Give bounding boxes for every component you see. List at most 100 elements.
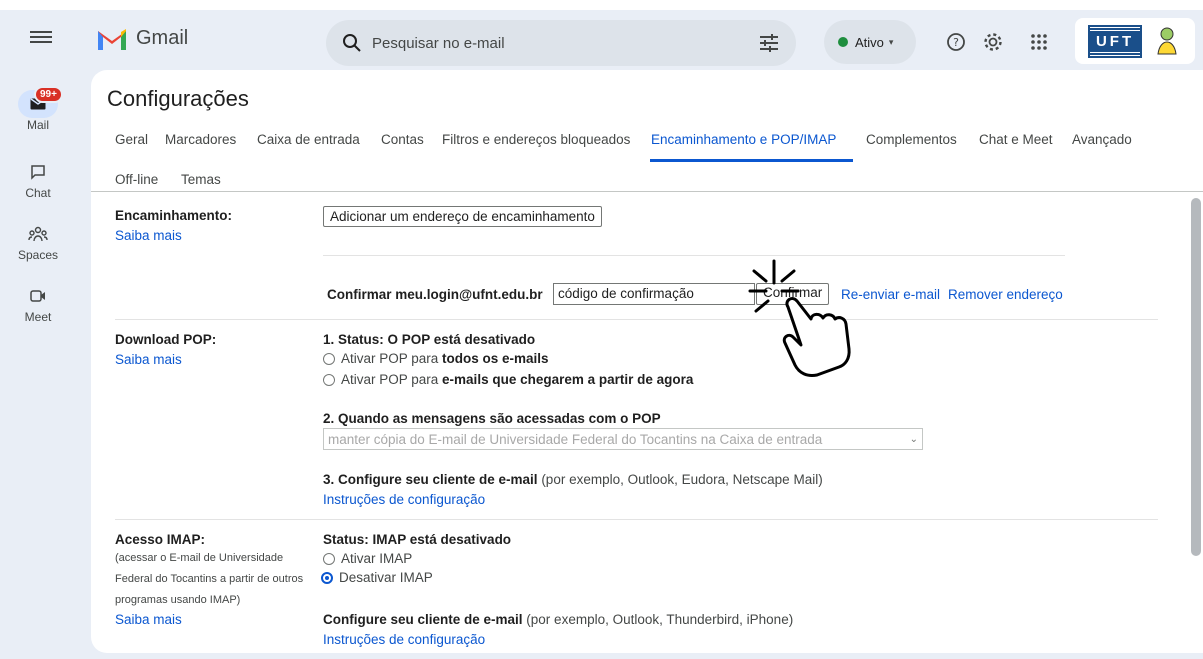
gmail-logo[interactable]: Gmail bbox=[96, 26, 188, 50]
pop-option-new[interactable]: Ativar POP para e-mails que chegarem a p… bbox=[323, 372, 693, 387]
tab-temas[interactable]: Temas bbox=[181, 172, 221, 187]
chevron-down-icon: ⌄ bbox=[909, 433, 918, 445]
tab-marcadores[interactable]: Marcadores bbox=[165, 132, 236, 147]
pop-action-select[interactable]: manter cópia do E-mail de Universidade F… bbox=[323, 428, 923, 450]
radio-pop-all[interactable] bbox=[323, 352, 335, 365]
pop-option-new-prefix: Ativar POP para bbox=[341, 372, 443, 387]
pop-learn-more-link[interactable]: Saiba mais bbox=[115, 352, 182, 367]
search-options-icon[interactable] bbox=[758, 33, 780, 53]
tab-caixa-de-entrada[interactable]: Caixa de entrada bbox=[257, 132, 360, 147]
pop-client-heading: 3. Configure seu cliente de e-mail bbox=[323, 472, 538, 487]
pop-client-line: 3. Configure seu cliente de e-mail (por … bbox=[323, 472, 823, 487]
meet-icon bbox=[22, 282, 54, 310]
forwarding-separator bbox=[323, 255, 1065, 256]
avatar[interactable] bbox=[1154, 26, 1180, 56]
tab-encaminhamento-pop-imap[interactable]: Encaminhamento e POP/IMAP bbox=[651, 132, 836, 147]
chat-icon bbox=[22, 158, 54, 186]
search-input[interactable]: Pesquisar no e-mail bbox=[372, 35, 758, 52]
imap-instructions-link[interactable]: Instruções de configuração bbox=[323, 632, 485, 647]
search-icon[interactable] bbox=[342, 33, 362, 53]
imap-status-heading: Status: IMAP está desativado bbox=[323, 532, 512, 547]
radio-pop-new[interactable] bbox=[323, 373, 335, 386]
spaces-icon bbox=[22, 220, 54, 248]
pop-action-value: manter cópia do E-mail de Universidade F… bbox=[328, 431, 823, 447]
settings-content: Encaminhamento: Saiba mais Adicionar um … bbox=[91, 192, 1186, 653]
imap-client-line: Configure seu cliente de e-mail (por exe… bbox=[323, 612, 793, 627]
imap-client-heading: Configure seu cliente de e-mail bbox=[323, 612, 523, 627]
remove-address-link[interactable]: Remover endereço bbox=[948, 287, 1063, 302]
pop-option-all-prefix: Ativar POP para bbox=[341, 351, 443, 366]
chevron-down-icon: ▾ bbox=[888, 36, 894, 47]
forwarding-learn-more-link[interactable]: Saiba mais bbox=[115, 228, 182, 243]
section-separator bbox=[115, 319, 1158, 320]
unread-badge: 99+ bbox=[34, 86, 63, 103]
settings-panel: Configurações Geral Marcadores Caixa de … bbox=[91, 70, 1203, 653]
pop-client-note: (por exemplo, Outlook, Eudora, Netscape … bbox=[537, 472, 823, 487]
radio-imap-enable[interactable] bbox=[323, 552, 335, 565]
imap-option-disable[interactable]: Desativar IMAP bbox=[321, 570, 433, 585]
status-label: Ativo bbox=[855, 34, 884, 50]
top-edge bbox=[0, 0, 1203, 10]
active-dot-icon bbox=[838, 37, 848, 47]
pop-option-new-bold: e-mails que chegarem a partir de agora bbox=[442, 372, 694, 387]
tab-chat-e-meet[interactable]: Chat e Meet bbox=[979, 132, 1053, 147]
top-bar: Gmail Pesquisar no e-mail Ativo ▾ ? UFT bbox=[0, 0, 1203, 70]
pop-instructions-link[interactable]: Instruções de configuração bbox=[323, 492, 485, 507]
imap-label: Acesso IMAP: bbox=[115, 532, 206, 547]
tab-complementos[interactable]: Complementos bbox=[866, 132, 957, 147]
imap-learn-more-link[interactable]: Saiba mais bbox=[115, 612, 182, 627]
imap-desc-line: (acessar o E-mail de Universidade bbox=[115, 552, 284, 564]
search-bar[interactable]: Pesquisar no e-mail bbox=[326, 20, 796, 66]
help-icon: ? bbox=[947, 33, 965, 51]
apps-grid-icon bbox=[1031, 34, 1047, 50]
imap-desc-line: programas usando IMAP) bbox=[115, 594, 241, 606]
add-forwarding-address-button[interactable]: Adicionar um endereço de encaminhamento bbox=[323, 206, 602, 227]
scrollbar[interactable] bbox=[1191, 198, 1201, 556]
mail-icon: 99+ bbox=[18, 86, 63, 118]
active-tab-indicator bbox=[650, 159, 853, 162]
radio-imap-disable[interactable] bbox=[321, 571, 333, 584]
status-selector[interactable]: Ativo ▾ bbox=[824, 20, 916, 64]
rail-label-spaces: Spaces bbox=[17, 248, 59, 262]
pop-label: Download POP: bbox=[115, 332, 217, 347]
pop-status-heading: 1. Status: O POP está desativado bbox=[323, 332, 536, 347]
tab-avancado[interactable]: Avançado bbox=[1072, 132, 1132, 147]
tab-geral[interactable]: Geral bbox=[115, 132, 148, 147]
tab-off-line[interactable]: Off-line bbox=[115, 172, 158, 187]
imap-description: (acessar o E-mail de Universidade Federa… bbox=[115, 548, 303, 611]
pop-option-all[interactable]: Ativar POP para todos os e-mails bbox=[323, 351, 549, 366]
click-pointer-icon bbox=[748, 259, 851, 377]
rail-item-spaces[interactable]: Spaces bbox=[0, 220, 76, 262]
rail-label-chat: Chat bbox=[25, 186, 51, 200]
main-menu-button[interactable] bbox=[30, 28, 52, 50]
rail-item-mail[interactable]: 99+ Mail bbox=[0, 86, 76, 132]
imap-desc-line: Federal do Tocantins a partir de outros bbox=[115, 573, 304, 585]
imap-option-disable-label: Desativar IMAP bbox=[339, 570, 433, 585]
confirm-address-label: Confirmar meu.login@ufnt.edu.br bbox=[327, 287, 543, 302]
page-title: Configurações bbox=[107, 86, 249, 111]
tab-filtros[interactable]: Filtros e endereços bloqueados bbox=[442, 132, 630, 147]
pop-when-heading: 2. Quando as mensagens são acessadas com… bbox=[323, 411, 661, 426]
forwarding-label: Encaminhamento: bbox=[115, 208, 233, 223]
organization-logo: UFT bbox=[1087, 24, 1143, 58]
tab-contas[interactable]: Contas bbox=[381, 132, 424, 147]
rail-label-meet: Meet bbox=[24, 310, 52, 324]
apps-button[interactable] bbox=[1027, 30, 1051, 54]
imap-client-note: (por exemplo, Outlook, Thunderbird, iPho… bbox=[522, 612, 794, 627]
imap-option-enable-label: Ativar IMAP bbox=[341, 551, 413, 566]
imap-option-enable[interactable]: Ativar IMAP bbox=[323, 551, 412, 566]
navigation-rail: 99+ Mail Chat Spaces Meet bbox=[0, 70, 76, 659]
app-name: Gmail bbox=[136, 26, 189, 49]
rail-item-chat[interactable]: Chat bbox=[0, 158, 76, 200]
rail-item-meet[interactable]: Meet bbox=[0, 282, 76, 324]
pop-option-all-bold: todos os e-mails bbox=[442, 351, 549, 366]
settings-button[interactable] bbox=[981, 30, 1005, 54]
gear-icon bbox=[984, 33, 1002, 51]
rail-label-mail: Mail bbox=[26, 118, 49, 132]
confirmation-code-input[interactable]: código de confirmação bbox=[553, 283, 755, 305]
help-button[interactable]: ? bbox=[944, 30, 968, 54]
account-area[interactable]: UFT bbox=[1075, 18, 1195, 64]
section-separator bbox=[115, 519, 1158, 520]
svg-text:?: ? bbox=[953, 36, 959, 49]
gmail-m-icon bbox=[98, 29, 126, 50]
